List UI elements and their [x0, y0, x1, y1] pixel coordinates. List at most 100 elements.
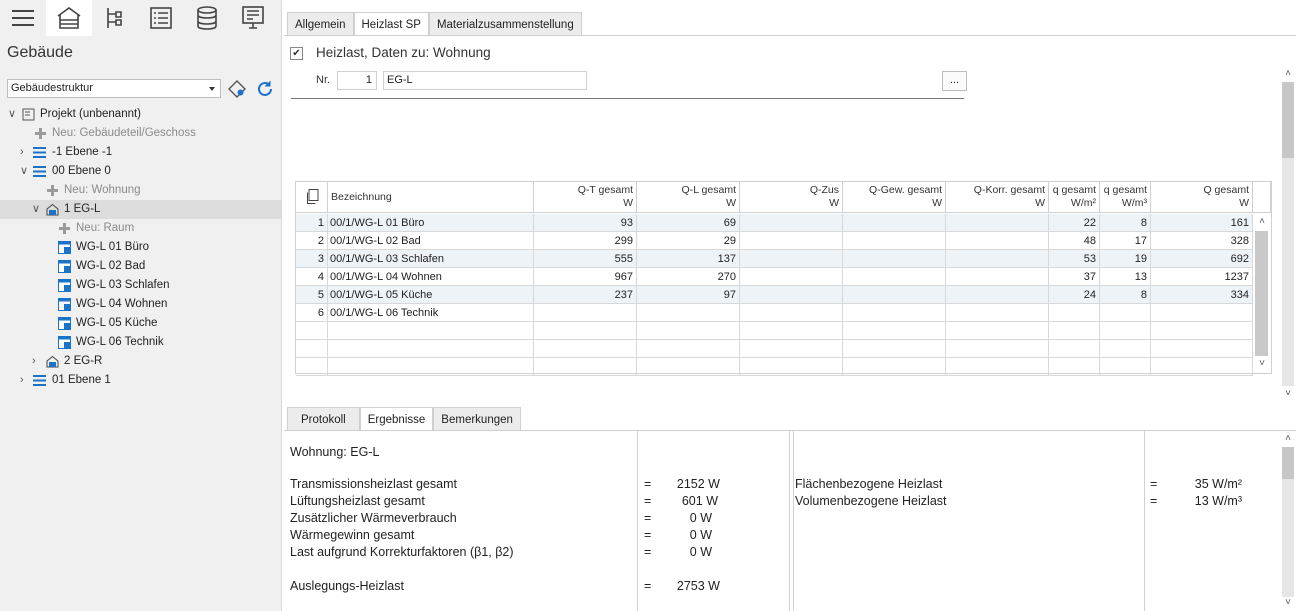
tree-item-new-building-part[interactable]: Neu: Gebäudeteil/Geschoss [0, 124, 282, 143]
table-cell[interactable] [843, 232, 946, 250]
table-row[interactable] [296, 358, 1253, 376]
table-cell[interactable] [843, 286, 946, 304]
table-cell[interactable]: 692 [1151, 250, 1253, 268]
col-header[interactable]: Q gesamt W [1151, 182, 1253, 213]
scroll-up-icon[interactable]: ˄ [1282, 68, 1294, 80]
tree-item-level-0[interactable]: ∨ 00 Ebene 0 [0, 162, 282, 181]
cell-bezeichnung[interactable] [328, 340, 534, 358]
chevron-down-icon[interactable]: ∨ [20, 162, 30, 181]
cell-bezeichnung[interactable] [328, 322, 534, 340]
table-row[interactable]: 1 00/1/WG-L 01 Büro 93 69 22 8 161 [296, 214, 1253, 232]
tree-item-room[interactable]: WG-L 03 Schlafen [0, 276, 282, 295]
table-cell[interactable]: 8 [1100, 286, 1151, 304]
table-cell[interactable] [946, 358, 1049, 376]
table-cell[interactable]: 97 [637, 286, 740, 304]
chevron-right-icon[interactable]: › [20, 371, 30, 390]
col-header[interactable]: Q-Korr. gesamt W [946, 182, 1049, 213]
table-cell[interactable] [1151, 322, 1253, 340]
table-cell[interactable] [740, 286, 843, 304]
col-header[interactable]: Q-T gesamt W [534, 182, 637, 213]
table-cell[interactable]: 555 [534, 250, 637, 268]
table-cell[interactable]: 334 [1151, 286, 1253, 304]
table-cell[interactable]: 53 [1049, 250, 1100, 268]
tree-item-room[interactable]: WG-L 04 Wohnen [0, 295, 282, 314]
table-cell[interactable] [1151, 358, 1253, 376]
table-row[interactable]: 6 00/1/WG-L 06 Technik [296, 304, 1253, 322]
scroll-down-icon[interactable]: ˅ [1282, 388, 1294, 400]
table-scrollbar[interactable]: ˄ ˅ [1253, 214, 1270, 373]
scroll-thumb[interactable] [1255, 231, 1268, 356]
table-cell[interactable] [740, 232, 843, 250]
monitor-icon[interactable] [230, 0, 276, 36]
col-header-bezeichnung[interactable]: Bezeichnung [328, 182, 534, 213]
table-cell[interactable] [637, 358, 740, 376]
table-cell[interactable]: 270 [637, 268, 740, 286]
col-header[interactable]: Q-Gew. gesamt W [843, 182, 946, 213]
chevron-right-icon[interactable]: › [20, 143, 30, 162]
table-cell[interactable] [740, 268, 843, 286]
table-cell[interactable] [740, 322, 843, 340]
table-cell[interactable] [1100, 322, 1151, 340]
tab-allgemein[interactable]: Allgemein [287, 12, 354, 36]
table-cell[interactable]: 22 [1049, 214, 1100, 232]
col-header[interactable]: Q-L gesamt W [637, 182, 740, 213]
scroll-up-icon[interactable]: ˄ [1256, 216, 1268, 228]
table-cell[interactable] [946, 304, 1049, 322]
cell-bezeichnung[interactable]: 00/1/WG-L 01 Büro [328, 214, 534, 232]
table-cell[interactable]: 29 [637, 232, 740, 250]
table-cell[interactable] [740, 358, 843, 376]
table-cell[interactable] [1049, 322, 1100, 340]
table-cell[interactable] [1151, 304, 1253, 322]
table-cell[interactable]: 299 [534, 232, 637, 250]
table-cell[interactable] [946, 214, 1049, 232]
cell-bezeichnung[interactable] [328, 358, 534, 376]
tree-item-project[interactable]: ∨ Projekt (unbenannt) [0, 105, 282, 124]
scroll-thumb[interactable] [1282, 447, 1294, 479]
tree-item-level-minus1[interactable]: › -1 Ebene -1 [0, 143, 282, 162]
table-cell[interactable]: 37 [1049, 268, 1100, 286]
table-cell[interactable] [534, 340, 637, 358]
table-cell[interactable] [740, 304, 843, 322]
copy-icon[interactable] [305, 189, 319, 209]
table-cell[interactable]: 237 [534, 286, 637, 304]
table-cell[interactable] [637, 322, 740, 340]
table-cell[interactable]: 48 [1049, 232, 1100, 250]
menu-icon[interactable] [0, 0, 46, 36]
table-cell[interactable] [946, 232, 1049, 250]
tree-item-apartment-eg-r[interactable]: › 2 EG-R [0, 352, 282, 371]
col-header[interactable]: Q-Zus W [740, 182, 843, 213]
name-field[interactable]: EG-L [383, 71, 587, 90]
table-cell[interactable]: 328 [1151, 232, 1253, 250]
refresh-icon[interactable] [256, 80, 274, 98]
table-cell[interactable] [637, 340, 740, 358]
table-cell[interactable] [843, 214, 946, 232]
table-cell[interactable] [946, 250, 1049, 268]
table-cell[interactable]: 8 [1100, 214, 1151, 232]
scroll-down-icon[interactable]: ˅ [1282, 597, 1294, 609]
table-row[interactable]: 5 00/1/WG-L 05 Küche 237 97 24 8 334 [296, 286, 1253, 304]
table-cell[interactable]: 137 [637, 250, 740, 268]
table-cell[interactable]: 17 [1100, 232, 1151, 250]
col-header[interactable]: q gesamt W/m² [1049, 182, 1100, 213]
hierarchy-icon[interactable] [92, 0, 138, 36]
table-cell[interactable] [946, 340, 1049, 358]
cell-bezeichnung[interactable]: 00/1/WG-L 04 Wohnen [328, 268, 534, 286]
table-cell[interactable] [740, 214, 843, 232]
table-cell[interactable]: 69 [637, 214, 740, 232]
main-scrollbar[interactable]: ˄ ˅ [1280, 68, 1296, 400]
table-cell[interactable]: 19 [1100, 250, 1151, 268]
table-cell[interactable] [843, 340, 946, 358]
table-cell[interactable] [637, 304, 740, 322]
building-icon[interactable] [46, 0, 92, 36]
table-cell[interactable] [1100, 340, 1151, 358]
table-cell[interactable] [740, 340, 843, 358]
table-cell[interactable] [843, 322, 946, 340]
tab-materialzusammenstellung[interactable]: Materialzusammenstellung [428, 12, 582, 36]
list-icon[interactable] [138, 0, 184, 36]
results-scrollbar[interactable]: ˄ ˅ [1280, 433, 1296, 611]
chevron-right-icon[interactable]: › [32, 352, 42, 371]
table-row[interactable] [296, 340, 1253, 358]
table-cell[interactable] [1151, 340, 1253, 358]
tab-protokoll[interactable]: Protokoll [287, 407, 360, 431]
cell-bezeichnung[interactable]: 00/1/WG-L 05 Küche [328, 286, 534, 304]
